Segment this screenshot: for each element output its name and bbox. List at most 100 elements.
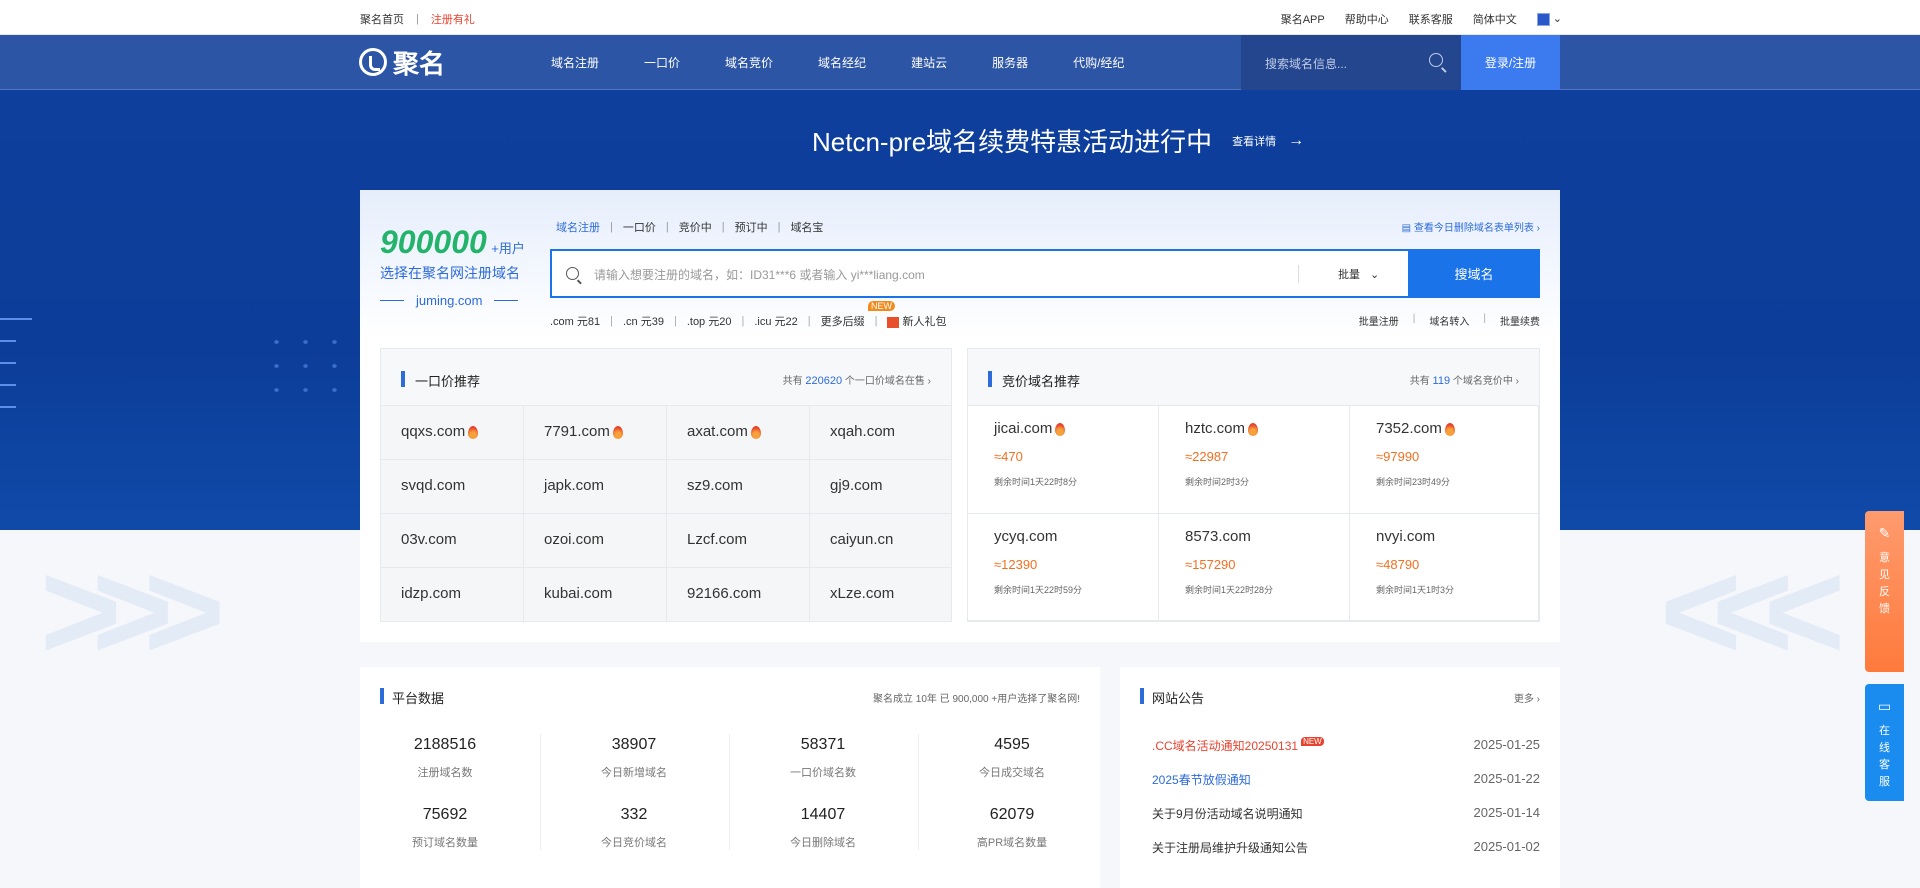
tab-reserve[interactable]: 预订中	[735, 219, 768, 235]
fixed-price-domain[interactable]: xLze.com	[810, 568, 952, 622]
search-tabs: 域名注册 | 一口价 | 竞价中 | 预订中 | 域名宝	[556, 219, 833, 235]
domain-name: 7352.com	[1376, 420, 1442, 437]
flame-icon	[612, 425, 623, 439]
fixed-price-domain[interactable]: gj9.com	[810, 460, 952, 514]
new-badge: NEW	[1301, 737, 1324, 746]
domain-name: 92166.com	[687, 585, 762, 602]
price-separator: |	[874, 315, 878, 327]
deleted-domains-link[interactable]: ▤ 查看今日删除域名表单列表 ›	[1402, 219, 1540, 234]
login-button[interactable]: 登录/注册	[1461, 35, 1560, 90]
fixed-price-domain[interactable]: kubai.com	[524, 568, 667, 622]
promo-site: juming.com	[380, 293, 530, 308]
news-title: 网站公告	[1152, 691, 1205, 706]
register-gift-link[interactable]: 注册有礼	[431, 11, 475, 27]
stat-label: 今日竞价域名	[601, 837, 667, 849]
chevron-down-icon: ⌄	[1370, 269, 1380, 281]
tab-auction[interactable]: 竞价中	[679, 219, 712, 235]
news-item[interactable]: .CC域名活动通知20250131 NEW 2025-01-25	[1152, 737, 1540, 754]
search-icon[interactable]	[1429, 53, 1443, 67]
language-link[interactable]: 简体中文	[1473, 11, 1517, 27]
search-mode-label: 批量	[1338, 269, 1360, 281]
home-link[interactable]: 聚名首页	[360, 11, 404, 27]
hero-more-link[interactable]: 查看详情	[1232, 133, 1276, 149]
fixed-price-domain[interactable]: xqah.com	[810, 406, 952, 460]
contact-link[interactable]: 联系客服	[1409, 11, 1453, 27]
logo-icon	[359, 48, 387, 76]
news-more-link[interactable]: 更多 ›	[1514, 690, 1540, 705]
auction-domain[interactable]: hztc.com ≈22987 剩余时间2时3分	[1159, 406, 1350, 514]
language-switcher[interactable]: ⌄	[1536, 12, 1562, 26]
top-bar: 聚名首页 | 注册有礼 聚名APP 帮助中心 联系客服 简体中文 ⌄	[0, 0, 1920, 35]
nav-item-fixed-price[interactable]: 一口价	[644, 54, 680, 71]
domain-transfer-link[interactable]: 域名转入	[1429, 313, 1469, 328]
search-domain-button[interactable]: 搜域名	[1408, 249, 1540, 298]
fixed-price-domain[interactable]: japk.com	[524, 460, 667, 514]
tab-domain-bao[interactable]: 域名宝	[790, 219, 823, 235]
online-service-button[interactable]: ▭ 在线客服	[1865, 684, 1904, 801]
news-item-title: 关于注册局维护升级通知公告	[1152, 841, 1309, 855]
stat-value: 38907	[611, 736, 657, 753]
search-mode-dropdown[interactable]: 批量 ⌄	[1338, 266, 1379, 282]
news-item-date: 2025-01-25	[1473, 737, 1541, 752]
price-com[interactable]: .com 元81	[550, 313, 600, 329]
auction-domain[interactable]: 7352.com ≈97990 剩余时间23时49分	[1350, 406, 1539, 514]
fixed-price-domain[interactable]: qqxs.com	[381, 406, 524, 460]
edit-icon: ✎	[1878, 525, 1891, 541]
auction-domain-row: 7352.com	[1376, 420, 1538, 437]
fixed-price-domain[interactable]: Lzcf.com	[667, 514, 810, 568]
chevron-right-icon: ›	[927, 376, 931, 387]
auction-count: 119	[1432, 375, 1451, 387]
auction-domain[interactable]: 8573.com ≈157290 剩余时间1天22时28分	[1159, 514, 1350, 621]
nav-item-auction[interactable]: 域名竞价	[725, 54, 773, 71]
bulk-register-link[interactable]: 批量注册	[1359, 313, 1399, 328]
feedback-button[interactable]: ✎ 意见反馈	[1865, 511, 1904, 672]
news-item[interactable]: 关于9月份活动域名说明通知 2025-01-14	[1152, 805, 1540, 822]
fixed-price-more-link[interactable]: 共有 220620 个一口价域名在售 ›	[783, 372, 931, 387]
price-top[interactable]: .top 元20	[687, 313, 732, 329]
nav-item-register[interactable]: 域名注册	[551, 54, 599, 71]
feedback-label: 意见反馈	[1879, 552, 1890, 615]
fixed-price-domain[interactable]: axat.com	[667, 406, 810, 460]
chevron-decoration-icon: <<<	[1660, 532, 1845, 689]
flame-icon	[1248, 422, 1259, 436]
fixed-price-domain[interactable]: caiyun.cn	[810, 514, 952, 568]
nav-item-broker[interactable]: 域名经纪	[818, 54, 866, 71]
auction-domain[interactable]: ycyq.com ≈12390 剩余时间1天22时59分	[968, 514, 1159, 621]
price-cn[interactable]: .cn 元39	[623, 313, 664, 329]
stat-item: 58371 一口价域名数	[728, 736, 918, 780]
nav-item-purchase[interactable]: 代购/经纪	[1073, 54, 1124, 71]
fixed-price-domain[interactable]: svqd.com	[381, 460, 524, 514]
nav-search-input[interactable]: 搜索域名信息...	[1241, 35, 1461, 90]
fixed-price-domain[interactable]: ozoi.com	[524, 514, 667, 568]
search-icon	[566, 267, 579, 280]
auction-domain[interactable]: nvyi.com ≈48790 剩余时间1天1时3分	[1350, 514, 1539, 621]
news-more-label: 更多	[1513, 694, 1534, 705]
tab-register[interactable]: 域名注册	[556, 219, 600, 235]
top-bar-left: 聚名首页 | 注册有礼	[360, 11, 475, 27]
fixed-price-domain[interactable]: idzp.com	[381, 568, 524, 622]
stat-item: 75692 预订域名数量	[350, 806, 540, 850]
domain-search-input[interactable]: 请输入想要注册的域名，如：ID31***6 或者输入 yi***liang.co…	[550, 249, 1540, 298]
fixed-price-domain[interactable]: 92166.com	[667, 568, 810, 622]
help-link[interactable]: 帮助中心	[1345, 11, 1389, 27]
nav-item-server[interactable]: 服务器	[992, 54, 1028, 71]
logo[interactable]: 聚名	[359, 47, 445, 79]
news-item[interactable]: 2025春节放假通知 2025-01-22	[1152, 771, 1540, 788]
auction-domain[interactable]: jicai.com ≈470 剩余时间1天22时8分	[968, 406, 1159, 514]
fixed-price-domain[interactable]: sz9.com	[667, 460, 810, 514]
fixed-price-domain[interactable]: 7791.com	[524, 406, 667, 460]
fixed-price-domain[interactable]: 03v.com	[381, 514, 524, 568]
news-item[interactable]: 关于注册局维护升级通知公告 2025-01-02	[1152, 839, 1540, 856]
bulk-renew-link[interactable]: 批量续费	[1500, 313, 1540, 328]
user-count-suffix: +用户	[491, 241, 525, 256]
auction-domain-row: 8573.com	[1185, 528, 1349, 545]
tab-fixed-price[interactable]: 一口价	[623, 219, 656, 235]
price-icu[interactable]: .icu 元22	[754, 313, 797, 329]
app-link[interactable]: 聚名APP	[1281, 11, 1325, 27]
more-suffixes-link[interactable]: 更多后缀	[821, 313, 865, 329]
hero-title[interactable]: Netcn-pre域名续费特惠活动进行中 查看详情 →	[812, 122, 1304, 159]
stat-label: 注册域名数	[417, 767, 473, 779]
nav-item-site-builder[interactable]: 建站云	[911, 54, 947, 71]
auction-more-link[interactable]: 共有 119 个域名竞价中 ›	[1410, 372, 1519, 387]
newbie-gift-link[interactable]: 新人礼包	[887, 313, 946, 329]
